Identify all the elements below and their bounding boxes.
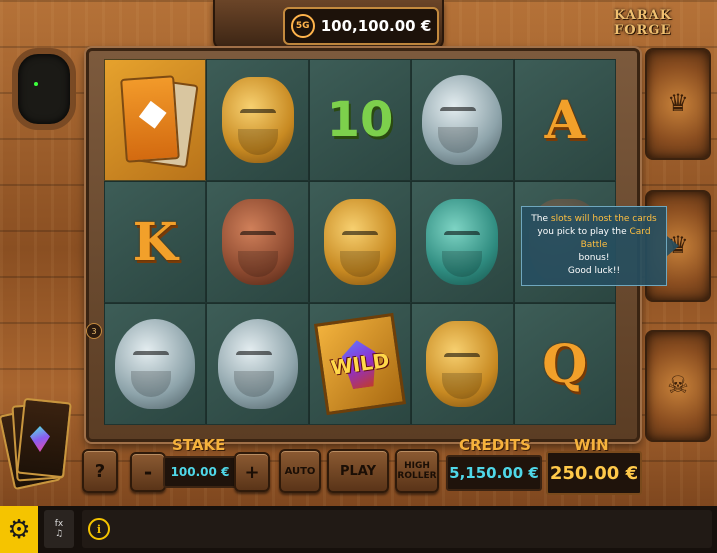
- skull-icon: ☠: [667, 371, 689, 399]
- gold-dwarf-symbol: [426, 321, 499, 407]
- card-pack-symbol: [119, 73, 199, 169]
- jackpot-display: 5G 100,100.00 €: [283, 7, 439, 45]
- help-button[interactable]: ?: [82, 449, 118, 493]
- reel-cell: [206, 181, 309, 303]
- ace-symbol: A: [544, 89, 585, 151]
- steel-dwarf-symbol: [115, 319, 196, 409]
- tooltip-text: bonus!: [578, 253, 610, 263]
- reel-cell: A: [513, 59, 616, 181]
- stake-plus-button[interactable]: +: [234, 452, 270, 492]
- info-bar: [82, 510, 712, 548]
- info-icon[interactable]: i: [88, 518, 110, 540]
- row-marker: 3: [86, 323, 102, 339]
- reel-cell: 10: [308, 59, 412, 181]
- high-roller-button[interactable]: HIGH ROLLER: [395, 449, 439, 493]
- jackpot-icon: 5G: [290, 14, 315, 38]
- reel-cell: [206, 59, 309, 181]
- win-value: 250.00 €: [546, 451, 642, 495]
- stake-label: STAKE: [172, 436, 226, 454]
- reel-cell: [104, 303, 207, 425]
- steel-dwarf-symbol: [422, 75, 503, 165]
- wild-label: WILD: [329, 348, 391, 380]
- tooltip-highlight: slots will host the cards: [550, 214, 657, 224]
- credits-label: CREDITS: [459, 436, 531, 454]
- card-deck-button[interactable]: [0, 397, 72, 494]
- tooltip-text: Good luck!!: [567, 266, 621, 276]
- music-note-icon: ♫: [54, 529, 64, 539]
- king-symbol: K: [132, 211, 178, 273]
- gold-dwarf-symbol: [221, 77, 294, 163]
- tooltip-card-battle: The slots will host the cards you pick t…: [521, 206, 667, 286]
- play-button[interactable]: PLAY: [327, 449, 389, 493]
- reel-cell: [308, 181, 412, 303]
- wild-symbol: WILD: [313, 312, 406, 416]
- game-logo: KARAK FORGE: [614, 8, 673, 38]
- stake-minus-button[interactable]: -: [130, 452, 166, 492]
- crown-icon: ♛: [667, 89, 689, 117]
- reel-cell: K: [104, 181, 207, 303]
- credits-value: 5,150.00 €: [446, 455, 542, 491]
- reel-cell: [206, 303, 309, 425]
- reel-cell: Q: [513, 303, 616, 425]
- steel-dwarf-symbol: [217, 319, 298, 409]
- stake-value: 100.00 €: [163, 456, 237, 488]
- reel-cell: [411, 59, 514, 181]
- reel-cell: [104, 59, 207, 181]
- fx-label: fx: [54, 519, 64, 529]
- radar-ring-icon: [12, 48, 76, 130]
- crown-emblem-top: ♛: [645, 48, 711, 160]
- radar-dot-icon: [34, 82, 38, 86]
- reel-cell: WILD: [308, 303, 412, 425]
- ten-symbol: 10: [326, 92, 394, 148]
- gear-icon: ⚙: [7, 514, 31, 545]
- teal-dwarf-symbol: [426, 199, 499, 285]
- tooltip-arrow: [667, 236, 679, 256]
- skull-emblem-bottom: ☠: [645, 330, 711, 442]
- tooltip-text: you pick to play the: [537, 227, 630, 237]
- auto-button[interactable]: AUTO: [279, 449, 321, 493]
- queen-symbol: Q: [542, 333, 588, 395]
- settings-gear-button[interactable]: ⚙: [0, 506, 38, 553]
- tooltip-text: The: [531, 214, 551, 224]
- sound-fx-button[interactable]: fx ♫: [44, 510, 74, 548]
- reel-cell: [411, 181, 514, 303]
- copper-dwarf-symbol: [221, 199, 294, 285]
- reel-cell: [411, 303, 514, 425]
- jackpot-value: 100,100.00 €: [320, 17, 432, 35]
- gold-dwarf-symbol: [323, 199, 396, 285]
